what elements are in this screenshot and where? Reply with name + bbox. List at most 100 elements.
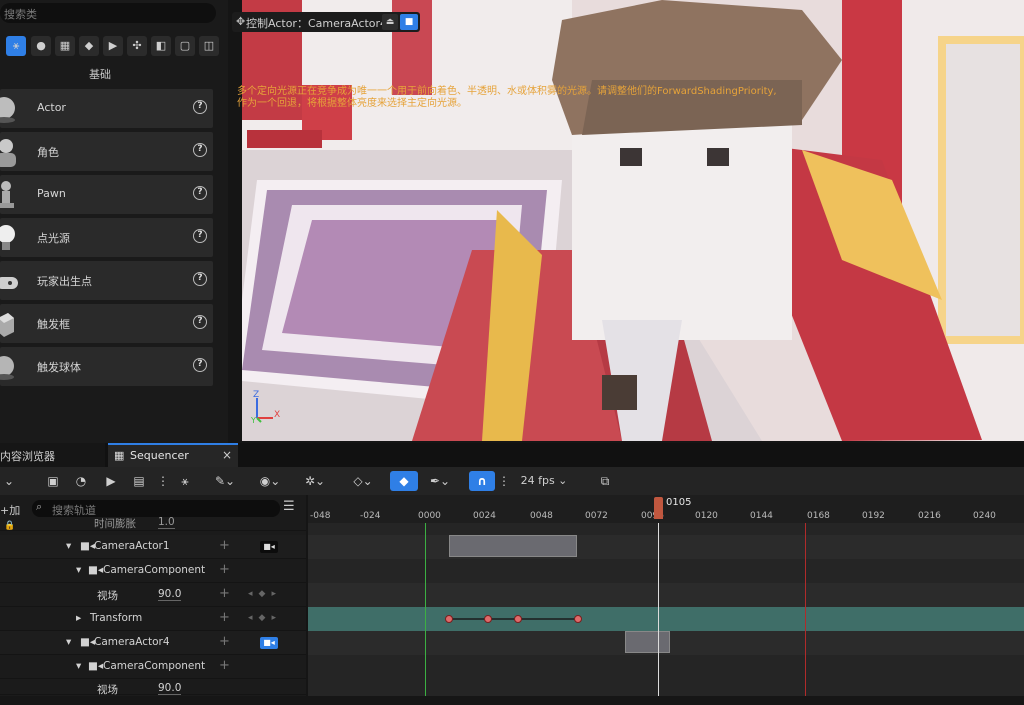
- track-name: 时间膨胀: [94, 518, 136, 530]
- volume-category-icon[interactable]: ✣: [127, 36, 147, 56]
- playback-options-icon[interactable]: ✲⌄: [300, 471, 330, 491]
- key-navigation-icon[interactable]: ◂◆▸: [248, 589, 282, 599]
- pilot-label-text: 控制Actor：CameraActor4: [246, 17, 388, 30]
- place-item-pawn[interactable]: Pawn ?: [0, 175, 213, 214]
- end-marker[interactable]: [805, 495, 806, 705]
- help-icon[interactable]: ?: [193, 315, 207, 329]
- key-navigation-icon[interactable]: ◂◆▸: [248, 613, 282, 623]
- key-interpolation-icon[interactable]: ◇⌄: [348, 471, 378, 491]
- all-classes-category-icon[interactable]: ▢: [175, 36, 195, 56]
- viewport-scene-image: [242, 0, 1024, 441]
- playhead-handle[interactable]: [654, 497, 663, 519]
- place-item-point-light[interactable]: 点光源 ?: [0, 218, 213, 257]
- track-row-cameracomponent-4[interactable]: ▾ ■◂ CameraComponent +: [0, 655, 306, 679]
- expand-arrow-icon[interactable]: ▾: [76, 564, 81, 576]
- track-value[interactable]: 90.0: [158, 588, 182, 601]
- help-icon[interactable]: ?: [193, 186, 207, 200]
- track-row-fov-1[interactable]: 视场 90.0 + ◂◆▸: [0, 583, 306, 607]
- find-asset-icon[interactable]: ◔: [72, 471, 90, 491]
- place-search-input[interactable]: 搜索类: [0, 3, 216, 23]
- camera-icon[interactable]: ■: [400, 14, 418, 30]
- add-icon[interactable]: +: [219, 610, 230, 625]
- tools-dropdown-icon[interactable]: ✎⌄: [210, 471, 240, 491]
- camera-cut-active-icon[interactable]: ■◂: [260, 637, 278, 649]
- camera-cut-icon[interactable]: ■◂: [260, 541, 278, 553]
- tab-label: Sequencer: [130, 449, 189, 462]
- timeline-ruler[interactable]: -048 -024 0000 0024 0048 0072 0096 0120 …: [308, 495, 1024, 523]
- tick-label: 0240: [973, 511, 996, 521]
- render-movie-icon[interactable]: ▶: [102, 471, 120, 491]
- cinematic-category-icon[interactable]: ▦: [55, 36, 75, 56]
- auto-key-icon[interactable]: ◆: [390, 471, 418, 491]
- place-item-label: 角色: [37, 146, 59, 159]
- clapper-icon[interactable]: ▤: [130, 471, 148, 491]
- edit-mode-icon[interactable]: ✒⌄: [425, 471, 455, 491]
- track-row-transform[interactable]: ▸ Transform + ◂◆▸: [0, 607, 306, 631]
- camera-cut-section-4[interactable]: [625, 631, 670, 653]
- add-icon[interactable]: +: [219, 538, 230, 553]
- fps-selector[interactable]: 24 fps ⌄: [516, 471, 572, 491]
- axis-gizmo: Z X Y: [247, 390, 287, 426]
- tab-sequencer[interactable]: ▦ Sequencer ×: [108, 443, 238, 467]
- view-options-icon[interactable]: ◉⌄: [255, 471, 285, 491]
- add-icon[interactable]: +: [219, 634, 230, 649]
- track-row-cameraactor1[interactable]: ▾ ■◂ CameraActor1 + ■◂: [0, 535, 306, 559]
- close-tab-icon[interactable]: ×: [222, 448, 232, 462]
- help-icon[interactable]: ?: [193, 272, 207, 286]
- geometry-category-icon[interactable]: ▶: [103, 36, 123, 56]
- playhead-line[interactable]: [658, 495, 659, 705]
- track-row-cameraactor4[interactable]: ▾ ■◂ CameraActor4 + ■◂: [0, 631, 306, 655]
- more-options-icon[interactable]: ⋮: [157, 471, 169, 491]
- basic-category-icon[interactable]: ⚹: [6, 36, 26, 56]
- light-category-icon[interactable]: ●: [31, 36, 51, 56]
- start-marker[interactable]: [425, 495, 426, 705]
- place-item-player-start[interactable]: 玩家出生点 ?: [0, 261, 213, 300]
- collapse-arrow-icon[interactable]: ▸: [76, 612, 81, 624]
- actor-to-sequencer-icon[interactable]: ⚹: [176, 471, 194, 491]
- add-icon[interactable]: +: [219, 562, 230, 577]
- help-icon[interactable]: ?: [193, 358, 207, 372]
- shapes-category-icon[interactable]: ◧: [151, 36, 171, 56]
- track-value[interactable]: 90.0: [158, 682, 182, 695]
- trigger-sphere-icon: [0, 356, 14, 380]
- expand-arrow-icon[interactable]: ▾: [66, 540, 71, 552]
- snap-options-icon[interactable]: ⋮: [498, 471, 510, 491]
- chevron-down-icon[interactable]: ⌄: [2, 471, 16, 491]
- visual-effects-category-icon[interactable]: ◆: [79, 36, 99, 56]
- tick-label: 0000: [418, 511, 441, 521]
- pawn-icon: [0, 181, 14, 208]
- camera-component-icon: ■◂: [88, 564, 104, 576]
- place-item-actor[interactable]: Actor ?: [0, 89, 213, 128]
- place-item-trigger-box[interactable]: 触发框 ?: [0, 304, 213, 343]
- axis-z-label: Z: [253, 390, 260, 400]
- curve-editor-icon[interactable]: ⧉: [594, 471, 616, 491]
- transform-keyframes[interactable]: [308, 607, 1024, 631]
- help-icon[interactable]: ?: [193, 229, 207, 243]
- eject-icon[interactable]: ⏏: [382, 14, 398, 30]
- track-value[interactable]: 1.0: [158, 516, 175, 529]
- place-item-character[interactable]: 角色 ?: [0, 132, 213, 171]
- expand-arrow-icon[interactable]: ▾: [66, 636, 71, 648]
- help-icon[interactable]: ?: [193, 100, 207, 114]
- level-viewport[interactable]: [242, 0, 1024, 441]
- sequencer-timeline[interactable]: [308, 495, 1024, 705]
- add-icon[interactable]: +: [219, 586, 230, 601]
- track-row-time-dilation[interactable]: 🔒 时间膨胀 1.0: [0, 515, 306, 531]
- snap-icon[interactable]: ∩: [469, 471, 495, 491]
- viewport-pilot-label[interactable]: ✥ 控制Actor：CameraActor4 ⏏ ■: [232, 12, 420, 32]
- help-icon[interactable]: ?: [193, 143, 207, 157]
- more-category-icon[interactable]: ◫: [199, 36, 219, 56]
- filter-icon[interactable]: ☰: [283, 499, 295, 514]
- place-item-trigger-sphere[interactable]: 触发球体 ?: [0, 347, 213, 386]
- save-icon[interactable]: ▣: [44, 471, 62, 491]
- tab-content-browser[interactable]: 内容浏览器: [0, 443, 105, 467]
- add-icon[interactable]: +: [219, 658, 230, 673]
- lock-icon[interactable]: 🔒: [4, 521, 42, 533]
- place-item-label: Pawn: [37, 187, 66, 200]
- expand-arrow-icon[interactable]: ▾: [76, 660, 81, 672]
- track-row-fov-4[interactable]: 视场 90.0: [0, 679, 306, 696]
- camera-cut-section-1[interactable]: [449, 535, 577, 557]
- track-search-input[interactable]: ⌕ 搜索轨道: [32, 500, 280, 517]
- tick-label: 0144: [750, 511, 773, 521]
- track-row-cameracomponent-1[interactable]: ▾ ■◂ CameraComponent +: [0, 559, 306, 583]
